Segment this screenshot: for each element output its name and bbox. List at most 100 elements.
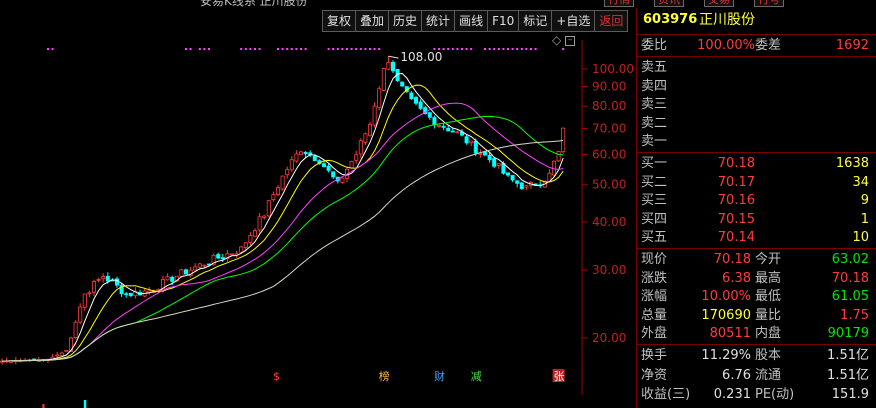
- extra-value: 6.76: [722, 367, 751, 383]
- event-dot: [286, 48, 289, 50]
- topbar-button-2[interactable]: 交易: [704, 0, 734, 7]
- candle-body: [413, 97, 418, 104]
- event-dot: [359, 48, 362, 50]
- quote-panel: 603976 正川股份 委比 100.00% 委差 1692 卖五 卖四 卖三 卖二卖…: [636, 8, 876, 408]
- candle-body: [473, 140, 478, 154]
- y-tick-label: 30.00: [592, 263, 626, 277]
- candle-body: [312, 155, 317, 161]
- event-marker: $: [273, 370, 280, 383]
- candle-body: [55, 354, 60, 357]
- candle-body: [367, 123, 372, 136]
- candle-body: [386, 61, 391, 70]
- topbar-button-3[interactable]: 行号: [754, 0, 784, 7]
- extra-label: 股本: [755, 348, 782, 363]
- candle-body: [78, 306, 83, 323]
- candle-body: [427, 112, 432, 118]
- candle-body: [372, 105, 377, 126]
- stat-value: 10.00%: [701, 289, 751, 305]
- stat-value: 6.38: [722, 270, 751, 286]
- buy-level-row: 买二 70.17 34: [637, 174, 873, 191]
- toolbar-button-0[interactable]: 复权: [322, 10, 357, 32]
- buy-level-row: 买一 70.18 1638: [637, 155, 873, 172]
- candle-body: [266, 200, 271, 217]
- candle-body: [248, 235, 253, 243]
- event-dot: [562, 48, 565, 50]
- toolbar-button-4[interactable]: 画线: [454, 10, 489, 32]
- event-dot: [470, 48, 473, 50]
- candle-body: [124, 293, 129, 296]
- buy-level-label: 买五: [641, 230, 668, 246]
- candle-body: [271, 194, 276, 200]
- buy-level-volume: 34: [852, 174, 869, 190]
- candle-body: [377, 88, 382, 108]
- sell-level-row: 卖五: [637, 59, 873, 76]
- diamond-icon[interactable]: ◇: [552, 33, 561, 47]
- candle-body: [482, 151, 487, 156]
- candle-body: [59, 352, 64, 357]
- kline-chart[interactable]: 20.00 30.00 40.00 50.00 60.00 70.00 80.00 90.00…: [0, 0, 636, 408]
- candle-body: [455, 131, 460, 134]
- topbar-button-0[interactable]: 行情: [604, 0, 634, 7]
- buy-level-label: 买二: [641, 174, 668, 190]
- event-dot: [378, 48, 381, 50]
- toolbar-button-8[interactable]: 返回: [594, 10, 629, 32]
- event-dot: [520, 48, 523, 50]
- toolbar-button-7[interactable]: +自选: [551, 10, 596, 32]
- event-dot: [350, 48, 353, 50]
- event-dot: [327, 48, 330, 50]
- kline-chart-svg[interactable]: 20.00 30.00 40.00 50.00 60.00 70.00 80.00 90.00…: [0, 0, 636, 408]
- stat-label: 涨跌: [641, 270, 668, 286]
- extra-row: 换手 11.29% 股本 1.51亿: [637, 347, 873, 364]
- candle-body: [450, 130, 455, 133]
- candle-body: [229, 253, 234, 256]
- event-dot: [442, 48, 445, 50]
- toolbar-button-3[interactable]: 统计: [421, 10, 456, 32]
- candle-body: [515, 180, 520, 184]
- event-dot: [240, 48, 243, 50]
- topbar-button-1[interactable]: 资讯: [654, 0, 684, 7]
- buy-level-row: 买三 70.16 9: [637, 192, 873, 209]
- candle-body: [441, 125, 446, 128]
- event-dot: [451, 48, 454, 50]
- toolbar-button-6[interactable]: 标记: [518, 10, 553, 32]
- event-dot: [456, 48, 459, 50]
- sell-level-row: 卖四: [637, 78, 873, 95]
- stat-row: 外盘 80511 内盘 90179: [637, 325, 873, 342]
- sell-level-row: 卖一: [637, 133, 873, 150]
- candle-body: [202, 264, 207, 267]
- event-dot: [304, 48, 307, 50]
- candle-body: [340, 177, 345, 183]
- candle-body: [73, 321, 78, 339]
- candle-body: [243, 242, 248, 248]
- event-marker: 减: [471, 370, 482, 383]
- event-dot: [281, 48, 284, 50]
- stat-label: 最低: [755, 289, 782, 305]
- candle-body: [183, 269, 188, 275]
- event-dot: [507, 48, 509, 50]
- event-dot: [433, 48, 436, 50]
- toolbar-button-5[interactable]: F10: [487, 10, 520, 32]
- event-dot: [369, 48, 371, 50]
- toolbar-button-2[interactable]: 历史: [388, 10, 423, 32]
- candle-body: [216, 254, 221, 259]
- candle-body: [257, 216, 262, 231]
- chart-corner-icons[interactable]: ◇ –: [552, 33, 576, 47]
- candle-body: [197, 263, 202, 268]
- candle-body: [298, 151, 303, 156]
- extra-row: 净资 6.76 流通 1.51亿: [637, 367, 873, 384]
- sell-level-label: 卖四: [641, 78, 668, 94]
- event-dot: [258, 48, 261, 50]
- toolbar-button-1[interactable]: 叠加: [355, 10, 390, 32]
- event-dot: [332, 48, 335, 50]
- y-tick-label: 60.00: [592, 147, 626, 161]
- event-dot: [277, 48, 279, 50]
- event-dot: [373, 48, 376, 50]
- minimize-icon[interactable]: –: [565, 35, 576, 46]
- y-tick-label: 50.00: [592, 178, 626, 192]
- event-dot: [438, 48, 440, 50]
- stat-value: 170690: [701, 307, 751, 323]
- stat-value: 90179: [827, 326, 869, 342]
- candle-body: [418, 101, 423, 109]
- candle-body: [432, 117, 437, 126]
- candle-body: [496, 163, 501, 166]
